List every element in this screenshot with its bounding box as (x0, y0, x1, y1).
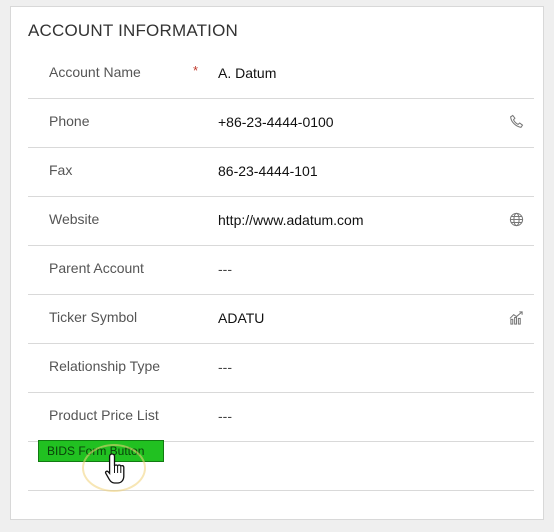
field-account-name[interactable]: Account Name * A. Datum (28, 50, 534, 99)
field-label: Ticker Symbol (49, 309, 138, 325)
field-value[interactable]: --- (218, 261, 232, 277)
section-title: ACCOUNT INFORMATION (28, 21, 238, 40)
field-value[interactable]: 86-23-4444-101 (218, 163, 318, 179)
field-value[interactable]: --- (218, 359, 232, 375)
field-value[interactable]: +86-23-4444-0100 (218, 114, 334, 130)
field-website[interactable]: Website http://www.adatum.com (28, 197, 534, 246)
field-label: Product Price List (49, 407, 159, 423)
phone-icon[interactable] (508, 113, 524, 129)
field-value[interactable]: A. Datum (218, 65, 276, 81)
bids-form-button[interactable]: BIDS Form Button (38, 440, 164, 462)
field-parent-account[interactable]: Parent Account --- (28, 246, 534, 295)
globe-icon[interactable] (508, 211, 524, 227)
field-phone[interactable]: Phone +86-23-4444-0100 (28, 99, 534, 148)
field-label: Phone (49, 113, 90, 129)
field-value[interactable]: ADATU (218, 310, 264, 326)
stock-chart-icon[interactable] (508, 309, 524, 325)
field-label: Account Name (49, 64, 141, 80)
field-fax[interactable]: Fax 86-23-4444-101 (28, 148, 534, 197)
field-product-price-list[interactable]: Product Price List --- (28, 393, 534, 442)
field-value[interactable]: --- (218, 408, 232, 424)
field-relationship-type[interactable]: Relationship Type --- (28, 344, 534, 393)
required-marker: * (193, 63, 199, 78)
field-ticker-symbol[interactable]: Ticker Symbol ADATU (28, 295, 534, 344)
field-label: Relationship Type (49, 358, 161, 374)
field-value[interactable]: http://www.adatum.com (218, 212, 364, 228)
field-label: Website (49, 211, 100, 227)
field-label: Parent Account (49, 260, 144, 276)
field-label: Fax (49, 162, 73, 178)
